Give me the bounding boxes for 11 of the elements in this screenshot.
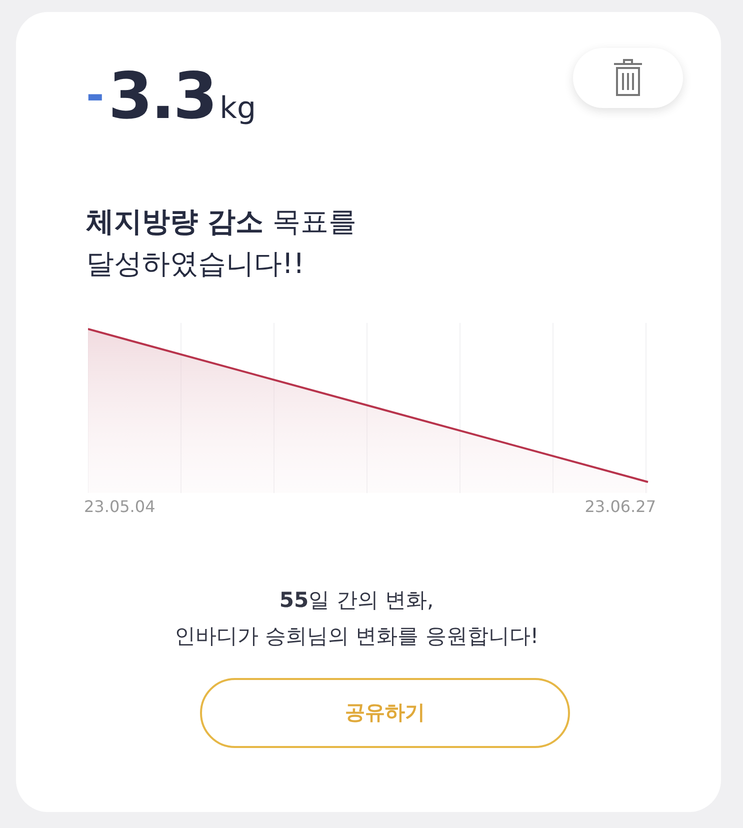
end-date-label: 23.06.27 [584, 496, 656, 516]
share-button[interactable]: 공유하기 [200, 678, 570, 748]
encouragement-text: 인바디가 승희님의 변화를 응원합니다! [174, 622, 539, 650]
start-date-label: 23.05.04 [84, 496, 156, 516]
goal-message: 체지방량 감소 목표를 [86, 204, 358, 240]
trash-icon [612, 58, 644, 98]
encouragement-text: 55일 간의 변화, [279, 586, 434, 614]
unit-label: kg [220, 91, 256, 126]
goal-message: 달성하였습니다!! [86, 246, 306, 282]
minus-sign: - [86, 70, 104, 121]
weight-change: 3.3 [108, 60, 216, 134]
